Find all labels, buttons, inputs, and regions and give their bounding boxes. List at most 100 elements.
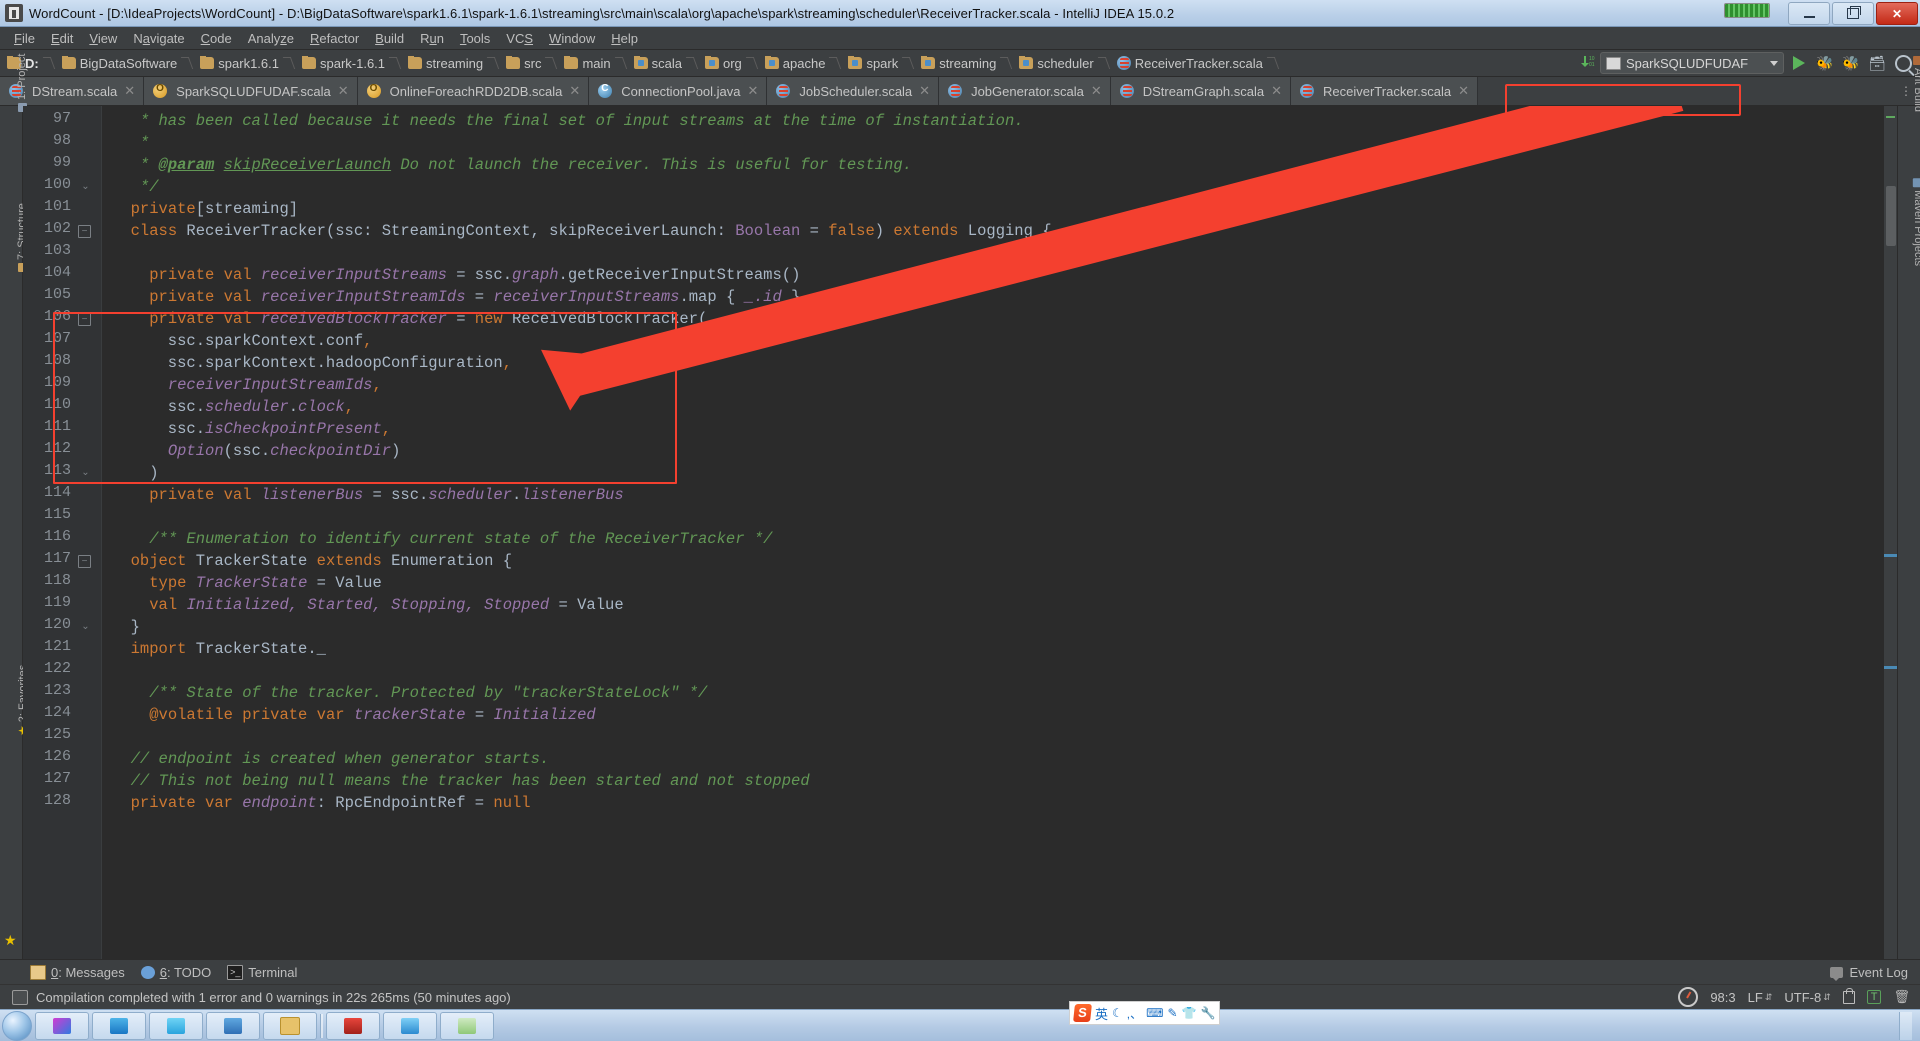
editor-scrollbar[interactable] [1883,106,1897,959]
editor-code-area[interactable]: * has been called because it needs the f… [102,106,1897,959]
event-log-button[interactable]: Event Log [1830,965,1920,981]
breadcrumb-item-main[interactable]: main [561,55,630,71]
code-fold-end-icon[interactable]: ⌄ [80,181,91,192]
tool-window-button-terminal[interactable]: >_ Terminal [227,964,297,980]
menu-item-edit[interactable]: Edit [43,29,81,48]
breadcrumb-item-streaming[interactable]: streaming [918,55,1016,71]
menu-item-help[interactable]: Help [603,29,646,48]
code-editor[interactable]: 97 98 99 100 ⌄ 101 102−103 104 105 106−107 108 109 1… [23,106,1897,959]
close-tab-icon[interactable]: ✕ [338,83,349,99]
close-button[interactable]: ✕ [1876,2,1918,25]
tabs-overflow-icon[interactable]: ⋮ [1900,84,1912,98]
editor-tab-dstreamgraphscala[interactable]: DStreamGraph.scala ✕ [1110,77,1292,105]
close-tab-icon[interactable]: ✕ [748,83,759,99]
keyboard-icon[interactable]: ⌨ [1146,1006,1163,1020]
moon-icon[interactable]: ☾ [1112,1006,1123,1020]
code-line[interactable]: // endpoint is created when generator st… [112,748,550,770]
editor-tab-jobschedulerscala[interactable]: JobScheduler.scala ✕ [767,77,940,105]
run-configuration-selector[interactable]: SparkSQLUDFUDAF [1600,52,1784,74]
breadcrumb-item-bigdatasoftware[interactable]: BigDataSoftware [59,55,198,71]
taskbar-item[interactable] [326,1011,380,1040]
ime-toolbar[interactable]: S 英 ☾ ,、 ⌨ ✎ 👕 🔧 [1069,1001,1221,1025]
menu-item-run[interactable]: Run [412,29,452,48]
restore-button[interactable] [1832,2,1874,25]
code-fold-end-icon[interactable]: ⌄ [80,621,91,632]
menu-item-analyze[interactable]: Analyze [240,29,302,48]
coverage-button[interactable]: 🐝 [1840,52,1862,74]
taskbar-item[interactable] [383,1011,437,1040]
code-line[interactable]: val Initialized, Started, Stopping, Stop… [112,594,623,616]
stripe-mark[interactable] [1886,116,1895,118]
code-line[interactable]: @volatile private var trackerState = Ini… [112,704,596,726]
code-fold-end-icon[interactable]: ⌄ [80,467,91,478]
skin-icon[interactable]: 👕 [1182,1006,1197,1020]
breadcrumb-item-spark[interactable]: spark [845,55,918,71]
menu-item-code[interactable]: Code [193,29,240,48]
menu-item-refactor[interactable]: Refactor [302,29,367,48]
code-line[interactable]: private var endpoint: RpcEndpointRef = n… [112,792,531,814]
code-line[interactable]: ssc.sparkContext.hadoopConfiguration, [112,352,512,374]
close-tab-icon[interactable]: ✕ [124,83,135,99]
breadcrumb-item-d[interactable]: D: [4,55,59,71]
breadcrumb-item-scheduler[interactable]: scheduler [1016,55,1113,71]
code-line[interactable]: private val listenerBus = ssc.scheduler.… [112,484,623,506]
code-line[interactable]: * @param skipReceiverLaunch Do not launc… [112,154,912,176]
scrollbar-thumb[interactable] [1886,186,1896,246]
line-separator-selector[interactable]: LF ⇵ [1748,990,1773,1005]
close-tab-icon[interactable]: ✕ [569,83,580,99]
taskbar-item[interactable] [149,1011,203,1040]
code-line[interactable]: */ [112,176,159,198]
inspection-gauge-icon[interactable] [1678,987,1699,1007]
menu-item-window[interactable]: Window [541,29,603,48]
code-line[interactable]: * has been called because it needs the f… [112,110,1024,132]
menu-item-navigate[interactable]: Navigate [125,29,192,48]
code-line[interactable]: class ReceiverTracker(ssc: StreamingCont… [112,220,1052,242]
code-line[interactable]: private[streaming] [112,198,298,220]
editor-tab-receivertrackerscala[interactable]: ReceiverTracker.scala ✕ [1291,77,1479,105]
code-fold-start-icon[interactable]: − [78,225,91,238]
editor-tab-connectionpooljava[interactable]: ConnectionPool.java ✕ [589,77,768,105]
favorites-star-bottom-icon[interactable]: ★ [4,932,17,949]
start-button[interactable] [2,1010,32,1041]
sidebar-item-project[interactable]: 1: Project [16,54,28,112]
code-line[interactable]: Option(ssc.checkpointDir) [112,440,401,462]
tool-window-button-todo[interactable]: 6: TODO [140,965,211,980]
show-desktop-button[interactable] [1899,1011,1912,1040]
breadcrumb-item-streaming[interactable]: streaming [405,55,503,71]
taskbar-item[interactable] [263,1011,317,1040]
code-line[interactable]: ssc.scheduler.clock, [112,396,354,418]
editor-tab-onlineforeachrdd2dbscala[interactable]: OnlineForeachRDD2DB.scala ✕ [357,77,590,105]
search-everywhere-button[interactable] [1892,52,1914,74]
editor-tab-sparksqludfudafscala[interactable]: SparkSQLUDFUDAF.scala ✕ [144,77,358,105]
translate-badge[interactable]: T [1866,990,1882,1004]
handwrite-icon[interactable]: ✎ [1167,1006,1177,1020]
breadcrumb-item-src[interactable]: src [503,55,561,71]
caret-position[interactable]: 98:3 [1710,990,1735,1005]
code-fold-start-icon[interactable]: − [78,555,91,568]
breadcrumb-item-receivertrackerscala[interactable]: ReceiverTracker.scala [1114,56,1283,71]
code-line[interactable]: /** State of the tracker. Protected by "… [112,682,707,704]
editor-tab-jobgeneratorscala[interactable]: JobGenerator.scala ✕ [939,77,1111,105]
memory-trash-icon[interactable]: 🗑 [1893,989,1910,1005]
code-line[interactable]: } [112,616,140,638]
code-line[interactable]: ) [112,462,158,484]
minimize-button[interactable] [1788,2,1830,25]
menu-item-view[interactable]: View [81,29,125,48]
code-line[interactable]: receiverInputStreamIds, [112,374,382,396]
breadcrumb-item-org[interactable]: org [702,55,762,71]
sidebar-item-maven-projects[interactable]: Maven Projects [1912,178,1920,266]
code-line[interactable]: import TrackerState._ [112,638,326,660]
code-line[interactable]: private val receiverInputStreams = ssc.g… [112,264,800,286]
menu-item-tools[interactable]: Tools [452,29,498,48]
code-line[interactable]: * [112,132,149,154]
breadcrumb-item-apache[interactable]: apache [762,55,846,71]
close-tab-icon[interactable]: ✕ [1091,83,1102,99]
sogou-logo-icon[interactable]: S [1073,1004,1092,1022]
menu-item-vcs[interactable]: VCS [498,29,541,48]
taskbar-item[interactable] [35,1011,89,1040]
breadcrumb-item-spark161[interactable]: spark-1.6.1 [299,55,405,71]
code-line[interactable]: private val receivedBlockTracker = new R… [112,308,707,330]
close-tab-icon[interactable]: ✕ [919,83,930,99]
taskbar-item[interactable] [92,1011,146,1040]
download-updates-icon[interactable]: 10 01 [1578,54,1596,73]
